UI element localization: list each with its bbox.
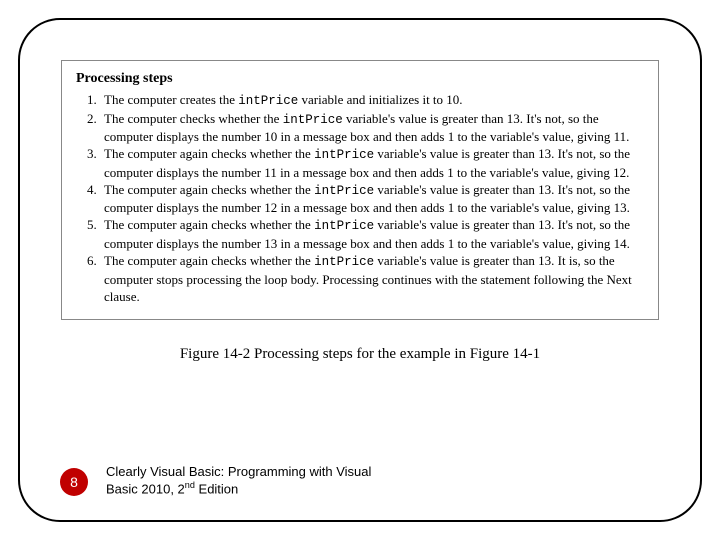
step-text: The computer creates the: [104, 92, 238, 107]
processing-steps-box: Processing steps The computer creates th…: [61, 60, 659, 320]
slide-frame: Processing steps The computer creates th…: [18, 18, 702, 522]
book-reference: Clearly Visual Basic: Programming with V…: [106, 464, 426, 498]
step-text: The computer again checks whether the: [104, 217, 314, 232]
processing-steps-heading: Processing steps: [76, 71, 644, 87]
book-ref-line2-pre: Basic 2010, 2: [106, 482, 185, 497]
page-number-badge: 8: [60, 468, 88, 496]
step-6: The computer again checks whether the in…: [100, 252, 644, 305]
book-ref-line1: Clearly Visual Basic: Programming with V…: [106, 464, 371, 479]
step-4: The computer again checks whether the in…: [100, 181, 644, 217]
code-token: intPrice: [314, 184, 374, 198]
slide: Processing steps The computer creates th…: [0, 0, 720, 540]
step-3: The computer again checks whether the in…: [100, 145, 644, 181]
step-text: variable and initializes it to 10.: [298, 92, 462, 107]
code-token: intPrice: [283, 113, 343, 127]
figure-caption: Figure 14-2 Processing steps for the exa…: [50, 346, 670, 363]
code-token: intPrice: [314, 255, 374, 269]
processing-steps-list: The computer creates the intPrice variab…: [76, 91, 644, 305]
step-5: The computer again checks whether the in…: [100, 216, 644, 252]
step-text: The computer checks whether the: [104, 111, 283, 126]
step-text: The computer again checks whether the: [104, 253, 314, 268]
step-text: The computer again checks whether the: [104, 146, 314, 161]
step-text: The computer again checks whether the: [104, 182, 314, 197]
code-token: intPrice: [238, 94, 298, 108]
book-ref-ordinal: nd: [185, 480, 195, 490]
step-2: The computer checks whether the intPrice…: [100, 110, 644, 146]
book-ref-line2-post: Edition: [195, 482, 238, 497]
code-token: intPrice: [314, 148, 374, 162]
code-token: intPrice: [314, 219, 374, 233]
step-1: The computer creates the intPrice variab…: [100, 91, 644, 110]
slide-footer: 8 Clearly Visual Basic: Programming with…: [20, 460, 700, 496]
